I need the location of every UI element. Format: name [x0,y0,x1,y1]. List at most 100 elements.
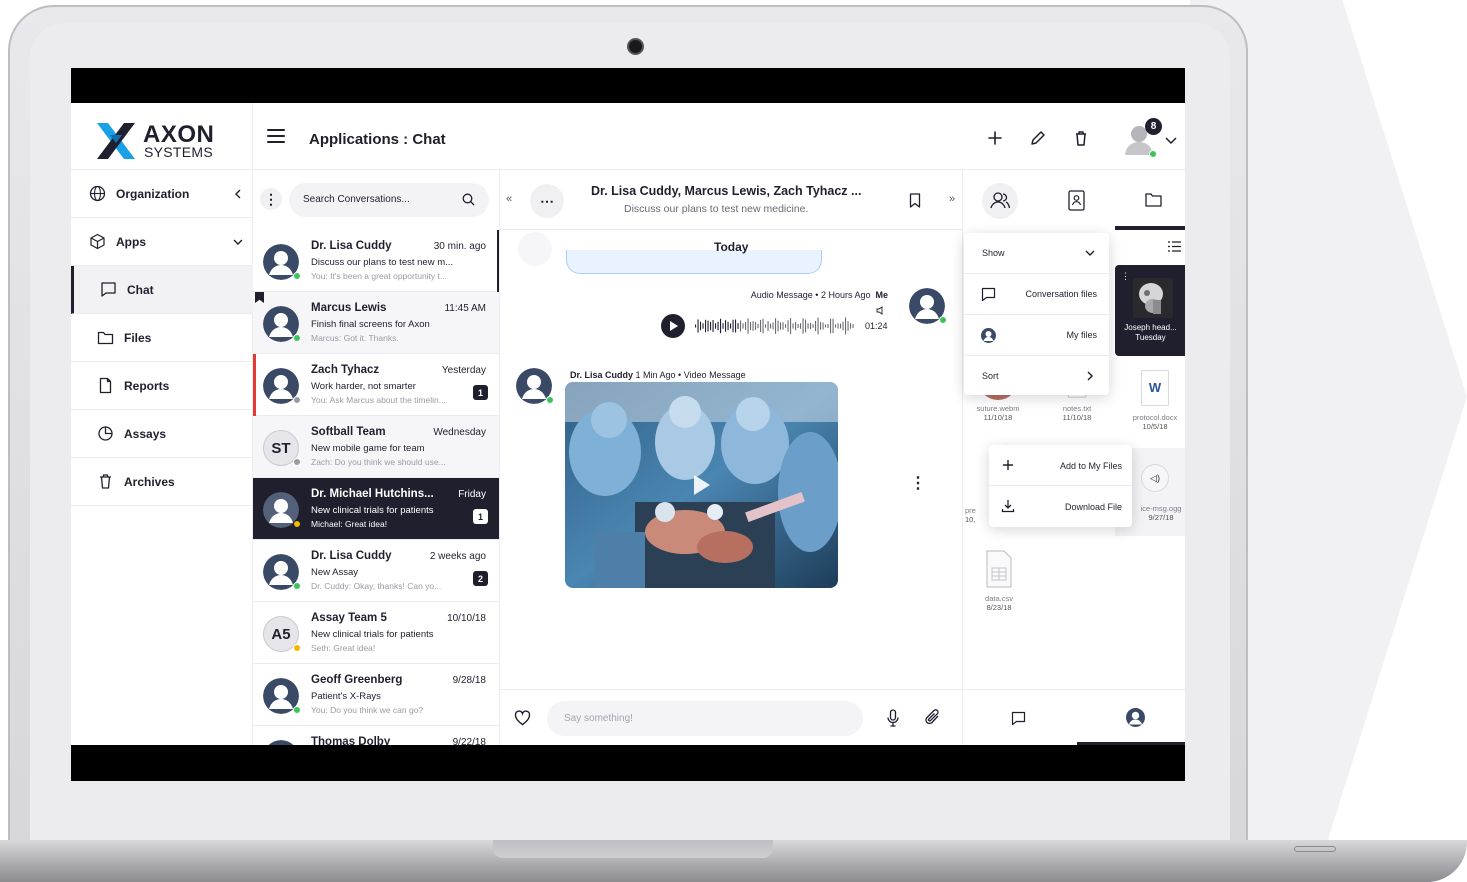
paperclip-icon[interactable] [925,708,941,726]
chevron-down-icon[interactable] [233,237,243,247]
conversation-preview: You: Do you think we can go? [311,705,424,715]
volume-icon[interactable] [876,306,884,315]
chat-icon[interactable] [1011,711,1026,726]
audio-file-icon[interactable]: ◁) [1141,464,1169,492]
people-icon [990,192,1011,209]
sidebar-item-label: Files [124,330,152,345]
brand-logo[interactable]: AXON SYSTEMS [71,103,253,170]
conversation-item[interactable]: Geoff Greenberg 9/28/18 Patient's X-Rays… [253,664,499,726]
menu-item-download-file[interactable]: Download File [989,486,1132,527]
sidebar-item-label: Assays [124,426,167,441]
waveform-bar [737,323,739,329]
faded-message-bubble [566,250,822,274]
show-select[interactable]: Show [964,233,1109,274]
edit-icon[interactable] [1028,128,1048,148]
avatar [268,740,294,745]
sidebar-item-archives[interactable]: Archives [71,458,253,506]
sidebar: Organization Apps Chat Files Reports Ass… [71,170,253,745]
day-divider: Today [714,240,749,254]
collapse-right-icon[interactable]: » [949,193,955,205]
sidebar-item-organization[interactable]: Organization [71,170,253,218]
laptop-port [1294,846,1336,852]
message-input[interactable]: Say something! [547,701,863,736]
video-message-meta: Dr. Lisa Cuddy 1 Min Ago • Video Message [570,370,746,380]
menu-item-add-to-my-files[interactable]: Add to My Files [989,445,1132,486]
waveform-bar [842,321,844,331]
folder-icon[interactable] [1145,192,1162,207]
play-icon[interactable] [693,474,711,496]
sidebar-item-reports[interactable]: Reports [71,362,253,410]
file-name: Joseph head... Tuesday [1115,323,1185,343]
file-tile[interactable]: ice-msg.ogg 9/27/18 [1131,504,1185,522]
more-options-icon[interactable]: ⋮ [260,188,282,210]
waveform-bar [745,322,747,330]
menu-item-sort[interactable]: Sort [964,356,1109,397]
chevron-down-icon [1085,250,1095,256]
waveform-bar [817,317,819,335]
waveform-bar [730,323,732,329]
chat-options-icon[interactable]: ⋯ [530,184,564,218]
menu-item-my-files[interactable]: My files [964,315,1109,356]
message-options-icon[interactable]: ⋮ [910,473,926,493]
video-meta-text: 1 Min Ago • Video Message [635,370,746,380]
chevron-left-icon[interactable] [233,189,243,199]
conversation-preview: Dr. Cuddy: Okay, thanks! Can yo... [311,581,442,591]
word-file-icon[interactable]: W [1141,370,1169,406]
heart-icon[interactable] [514,710,531,726]
tab-participants[interactable] [982,183,1018,219]
waveform-bar [727,321,729,331]
conversation-item[interactable]: Dr. Michael Hutchins... Friday New clini… [253,478,499,540]
conversation-item[interactable]: ST Softball Team Wednesday New mobile ga… [253,416,499,478]
conversation-item[interactable]: Dr. Lisa Cuddy 30 min. ago Discuss our p… [253,230,499,292]
laptop-notch [493,840,773,858]
conversation-name: Zach Tyhacz [311,364,380,376]
waveform-bar [722,323,724,329]
microphone-icon[interactable] [886,709,900,727]
bookmark-icon[interactable] [909,193,921,208]
conversation-item[interactable]: Dr. Lisa Cuddy 2 weeks ago New Assay Dr.… [253,540,499,602]
csv-file-icon [986,550,1012,588]
sidebar-item-chat[interactable]: Chat [71,266,253,314]
waveform-bar [810,322,812,330]
panel-tabs [963,170,1185,230]
video-message-thumbnail[interactable] [565,382,838,588]
avatar-icon[interactable] [1126,708,1145,727]
file-tile[interactable]: data.csv 8/23/18 [969,550,1029,612]
waveform-bar [795,321,797,331]
trash-icon[interactable] [1071,128,1091,148]
conversation-item[interactable]: Marcus Lewis 11:45 AM Finish final scree… [253,292,499,354]
conversation-item[interactable]: Thomas Dolby 9/22/18 [253,726,499,745]
file-options-icon[interactable]: ⋮ [1121,271,1130,282]
contact-card-icon[interactable] [1068,190,1085,211]
sidebar-item-files[interactable]: Files [71,314,253,362]
notification-badge[interactable]: 8 [1145,118,1162,135]
sidebar-item-assays[interactable]: Assays [71,410,253,458]
conversation-item[interactable]: Zach Tyhacz Yesterday Work harder, not s… [253,354,499,416]
chevron-down-icon[interactable] [1165,135,1177,145]
collapse-left-icon[interactable]: « [506,193,512,205]
brand-subtitle: SYSTEMS [144,144,214,160]
file-tile[interactable]: pre 10, [965,506,989,524]
waveform-bar [792,323,794,329]
search-icon[interactable] [462,193,475,206]
file-name-text: Joseph head... [1124,323,1177,332]
list-view-icon[interactable] [1168,241,1181,252]
conversation-name: Marcus Lewis [311,302,387,314]
audio-play-button[interactable] [661,314,685,338]
waveform-bar [695,324,697,328]
add-icon[interactable] [985,128,1005,148]
alert-indicator [253,354,256,416]
menu-icon[interactable] [267,129,285,143]
conversation-time: Yesterday [441,365,486,376]
conversation-item[interactable]: A5 Assay Team 5 10/10/18 New clinical tr… [253,602,499,664]
sidebar-item-apps[interactable]: Apps [71,218,253,266]
menu-item-conversation-files[interactable]: Conversation files [964,274,1109,315]
conversation-subject: Discuss our plans to test new m... [311,257,454,268]
audio-waveform[interactable] [695,315,855,337]
chevron-right-icon [1087,371,1093,381]
file-date: 10/5/18 [1142,422,1168,431]
file-tile-selected[interactable]: ⋮ Joseph head... Tuesday [1115,265,1185,356]
search-input[interactable]: Search Conversations... [289,183,489,217]
waveform-bar [852,324,854,328]
file-tile[interactable]: protocol.docx 10/5/18 [1125,413,1185,431]
